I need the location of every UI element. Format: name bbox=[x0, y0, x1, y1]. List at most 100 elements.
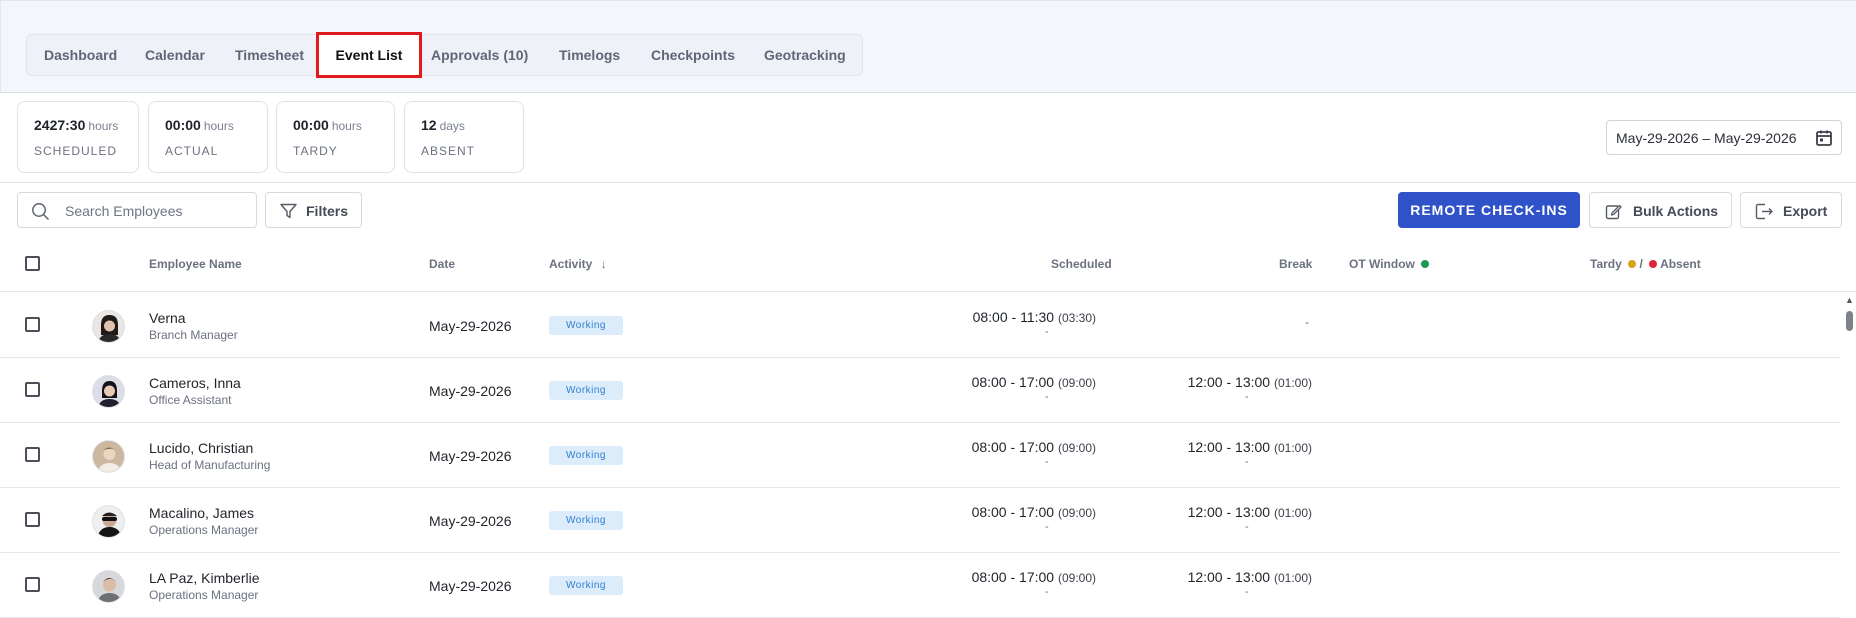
stat-value: 00:00 bbox=[293, 117, 329, 133]
employee-name[interactable]: Lucido, Christian bbox=[149, 440, 253, 456]
stat-unit: hours bbox=[331, 119, 362, 133]
tardy-indicator bbox=[1628, 260, 1637, 268]
break-sub: - bbox=[1245, 456, 1249, 468]
stat-card-tardy: 00:00 hours TARDY bbox=[276, 101, 395, 173]
scheduled-range: 08:00 - 17:00 bbox=[971, 374, 1055, 390]
col-scheduled[interactable]: Scheduled bbox=[1051, 257, 1112, 271]
break-duration: (01:00) bbox=[1273, 441, 1312, 455]
export-button[interactable]: Export bbox=[1740, 192, 1842, 228]
tab-checkpoints[interactable]: Checkpoints bbox=[651, 35, 735, 75]
col-tardy-absent[interactable]: Tardy / Absent bbox=[1590, 257, 1701, 271]
employee-name[interactable]: Cameros, Inna bbox=[149, 375, 241, 391]
stat-label: TARDY bbox=[293, 144, 338, 158]
scroll-up-arrow-icon[interactable]: ▲ bbox=[1845, 295, 1854, 305]
scheduled-range: 08:00 - 17:00 bbox=[971, 504, 1055, 520]
ot-window-indicator bbox=[1421, 260, 1430, 268]
select-all-checkbox[interactable] bbox=[25, 256, 40, 271]
tab-calendar[interactable]: Calendar bbox=[145, 35, 205, 75]
employee-role: Head of Manufacturing bbox=[149, 458, 271, 472]
scheduled-sub: - bbox=[1045, 391, 1049, 403]
table-row[interactable]: Verna Branch Manager May-29-2026 Working… bbox=[0, 293, 1840, 358]
table-row[interactable]: Cameros, Inna Office Assistant May-29-20… bbox=[0, 358, 1840, 423]
filters-button[interactable]: Filters bbox=[265, 192, 362, 228]
vertical-scrollbar[interactable] bbox=[1845, 294, 1855, 618]
employee-name[interactable]: LA Paz, Kimberlie bbox=[149, 570, 260, 586]
stat-value: 2427:30 bbox=[34, 117, 86, 133]
stat-card-scheduled: 2427:30 hours SCHEDULED bbox=[17, 101, 139, 173]
sort-down-icon[interactable]: ↓ bbox=[601, 257, 607, 271]
table-row[interactable]: Lucido, Christian Head of Manufacturing … bbox=[0, 423, 1840, 488]
tab-timelogs[interactable]: Timelogs bbox=[559, 35, 620, 75]
stat-label: SCHEDULED bbox=[34, 144, 118, 158]
activity-badge: Working bbox=[549, 316, 623, 335]
avatar bbox=[92, 440, 125, 473]
break-duration: (01:00) bbox=[1273, 506, 1312, 520]
scheduled-range: 08:00 - 11:30 bbox=[972, 309, 1055, 325]
tab-bar: Dashboard Calendar Timesheet Event List … bbox=[26, 32, 863, 78]
employee-role: Operations Manager bbox=[149, 523, 259, 537]
export-icon bbox=[1755, 203, 1775, 223]
row-checkbox[interactable] bbox=[25, 447, 40, 462]
employee-role: Office Assistant bbox=[149, 393, 232, 407]
col-activity[interactable]: Activity ↓ bbox=[549, 257, 607, 271]
scheduled-sub: - bbox=[1045, 586, 1049, 598]
col-employee-name[interactable]: Employee Name bbox=[149, 257, 242, 271]
export-label: Export bbox=[1783, 203, 1828, 219]
scheduled-duration: (09:00) bbox=[1057, 506, 1096, 520]
break-sub: - bbox=[1245, 586, 1249, 598]
tab-timesheet[interactable]: Timesheet bbox=[235, 35, 304, 75]
scheduled-sub: - bbox=[1045, 521, 1049, 533]
filter-icon bbox=[280, 203, 297, 222]
avatar bbox=[92, 310, 125, 343]
col-ot-window-label: OT Window bbox=[1349, 257, 1415, 271]
scheduled-time: 08:00 - 11:30 (03:30) bbox=[973, 309, 1096, 325]
event-date: May-29-2026 bbox=[429, 578, 512, 594]
break-range: 12:00 - 13:00 bbox=[1187, 569, 1271, 585]
stat-unit: hours bbox=[203, 119, 234, 133]
break-time: 12:00 - 13:00 (01:00) bbox=[1188, 569, 1312, 585]
scheduled-sub: - bbox=[1045, 326, 1049, 338]
row-checkbox[interactable] bbox=[25, 317, 40, 332]
tab-geotracking[interactable]: Geotracking bbox=[764, 35, 846, 75]
scheduled-duration: (03:30) bbox=[1057, 311, 1096, 325]
edit-icon bbox=[1605, 203, 1622, 223]
table-row[interactable]: Macalino, James Operations Manager May-2… bbox=[0, 488, 1840, 553]
event-date: May-29-2026 bbox=[429, 513, 512, 529]
scheduled-sub: - bbox=[1045, 456, 1049, 468]
tab-dashboard[interactable]: Dashboard bbox=[44, 35, 117, 75]
table-row[interactable]: LA Paz, Kimberlie Operations Manager May… bbox=[0, 553, 1840, 618]
col-date[interactable]: Date bbox=[429, 257, 455, 271]
calendar-icon[interactable] bbox=[1815, 129, 1833, 150]
bulk-actions-button[interactable]: Bulk Actions bbox=[1589, 192, 1732, 228]
event-date: May-29-2026 bbox=[429, 318, 512, 334]
scrollbar-thumb[interactable] bbox=[1846, 311, 1853, 331]
break-duration: (01:00) bbox=[1273, 571, 1312, 585]
scheduled-time: 08:00 - 17:00 (09:00) bbox=[972, 439, 1096, 455]
col-ot-window[interactable]: OT Window bbox=[1349, 257, 1430, 271]
break-range: 12:00 - 13:00 bbox=[1187, 374, 1271, 390]
col-tardy-label: Tardy bbox=[1590, 257, 1622, 271]
remote-checkins-button[interactable]: REMOTE CHECK-INS bbox=[1398, 192, 1580, 228]
scheduled-duration: (09:00) bbox=[1057, 441, 1096, 455]
row-checkbox[interactable] bbox=[25, 512, 40, 527]
date-range-picker[interactable]: May-29-2026 – May-29-2026 bbox=[1606, 120, 1842, 155]
activity-badge: Working bbox=[549, 381, 623, 400]
avatar bbox=[92, 505, 125, 538]
search-icon bbox=[31, 202, 50, 226]
date-range-value: May-29-2026 – May-29-2026 bbox=[1616, 130, 1797, 146]
stat-value: 12 bbox=[421, 117, 437, 133]
stat-card-actual: 00:00 hours ACTUAL bbox=[148, 101, 268, 173]
section-divider bbox=[0, 182, 1856, 183]
scheduled-time: 08:00 - 17:00 (09:00) bbox=[972, 374, 1096, 390]
employee-name[interactable]: Verna bbox=[149, 310, 186, 326]
break-range: 12:00 - 13:00 bbox=[1187, 439, 1271, 455]
employee-name[interactable]: Macalino, James bbox=[149, 505, 254, 521]
filters-label: Filters bbox=[306, 203, 349, 219]
row-checkbox[interactable] bbox=[25, 382, 40, 397]
activity-badge: Working bbox=[549, 576, 623, 595]
row-checkbox[interactable] bbox=[25, 577, 40, 592]
tab-approvals[interactable]: Approvals (10) bbox=[431, 35, 528, 75]
tab-event-list[interactable]: Event List bbox=[316, 32, 422, 78]
col-break[interactable]: Break bbox=[1279, 257, 1312, 271]
search-input[interactable]: Search Employees bbox=[17, 192, 257, 228]
